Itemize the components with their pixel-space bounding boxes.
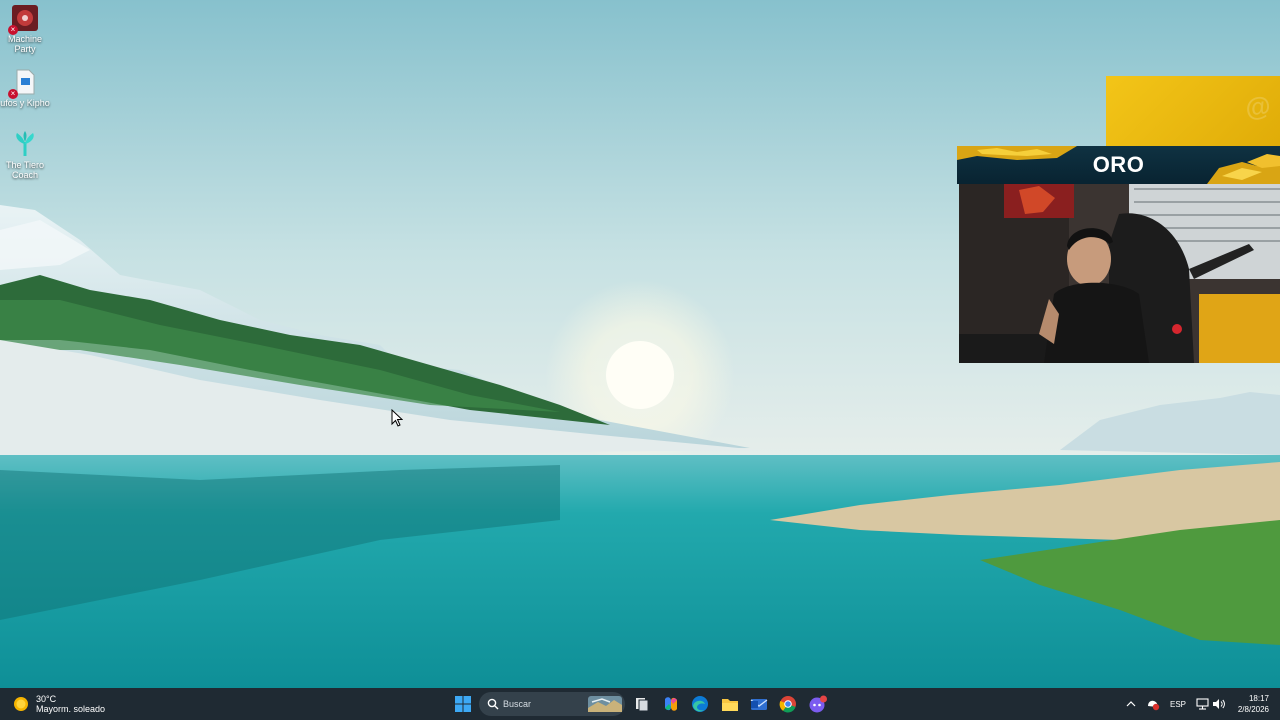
desktop[interactable]: × Machine Party × ufos y Kipho The Tiero… bbox=[0, 0, 1280, 720]
search-highlight-image-icon bbox=[588, 696, 622, 712]
desktop-icon-ufos-kipho[interactable]: × ufos y Kipho bbox=[0, 68, 50, 108]
weather-widget[interactable]: 30°C Mayorm. soleado bbox=[12, 693, 105, 715]
desktop-icon-label: Machine Party bbox=[7, 34, 43, 54]
desktop-icon-machine-party[interactable]: × Machine Party bbox=[0, 4, 50, 54]
copilot-button[interactable] bbox=[659, 692, 683, 716]
discord-button[interactable] bbox=[806, 692, 830, 716]
start-icon bbox=[455, 696, 471, 712]
webcam-scene bbox=[959, 184, 1280, 363]
desktop-icon-label: The Tiero Coach bbox=[5, 160, 45, 180]
network-ethernet-icon bbox=[1195, 698, 1209, 710]
machine-party-app-icon: × bbox=[8, 4, 39, 35]
clock-time: 18:17 bbox=[1248, 694, 1269, 703]
speaker-icon bbox=[1213, 699, 1225, 709]
task-view-icon bbox=[636, 698, 649, 712]
tray-overflow-chevron[interactable] bbox=[1124, 688, 1138, 720]
file-explorer-button[interactable] bbox=[718, 692, 742, 716]
banner-title: ORO bbox=[1092, 152, 1145, 177]
error-badge-icon: × bbox=[8, 89, 18, 99]
clock-date: 2/8/2026 bbox=[1237, 705, 1269, 714]
sun-weather-icon bbox=[14, 697, 28, 711]
system-clock[interactable]: 18:17 2/8/2026 bbox=[1238, 693, 1269, 715]
start-button[interactable] bbox=[451, 692, 475, 716]
tray-app-status[interactable] bbox=[1145, 688, 1161, 720]
discord-icon bbox=[809, 695, 827, 713]
file-explorer-icon bbox=[722, 699, 738, 711]
error-badge-icon: × bbox=[8, 25, 18, 35]
weather-condition: Mayorm. soleado bbox=[36, 704, 106, 714]
chrome-button[interactable] bbox=[776, 692, 800, 716]
mouse-cursor-icon bbox=[391, 409, 403, 427]
security-status-icon bbox=[1148, 700, 1160, 711]
plant-app-icon bbox=[11, 130, 39, 158]
taskbar-search-box[interactable]: Buscar bbox=[479, 692, 625, 716]
task-view-button[interactable] bbox=[630, 692, 654, 716]
overlay-gold-panel: @ bbox=[1106, 76, 1280, 146]
document-shortcut-icon: × bbox=[8, 68, 39, 99]
streamer-webcam-feed bbox=[959, 184, 1280, 363]
copilot-icon bbox=[665, 697, 677, 711]
taskbar: 30°C Mayorm. soleado Buscar ESP 18:17 2/… bbox=[0, 688, 1280, 720]
edge-icon bbox=[692, 696, 708, 712]
volume-control[interactable] bbox=[1211, 688, 1227, 720]
search-icon bbox=[487, 698, 499, 710]
overlay-watermark: @ bbox=[1242, 90, 1272, 124]
search-placeholder: Buscar bbox=[503, 699, 532, 709]
weather-temperature: 30°C bbox=[36, 694, 57, 704]
chrome-icon bbox=[779, 696, 796, 713]
desktop-icon-label: ufos y Kipho bbox=[0, 98, 50, 108]
network-status[interactable] bbox=[1194, 688, 1210, 720]
desktop-icon-tiero-coach[interactable]: The Tiero Coach bbox=[0, 130, 50, 180]
edge-button[interactable] bbox=[688, 692, 712, 716]
mail-button[interactable] bbox=[747, 692, 771, 716]
overlay-banner: ORO bbox=[957, 146, 1280, 184]
chevron-up-icon bbox=[1126, 701, 1136, 707]
mail-icon bbox=[750, 699, 768, 710]
language-label: ESP bbox=[1169, 699, 1186, 709]
language-indicator[interactable]: ESP bbox=[1166, 688, 1190, 720]
